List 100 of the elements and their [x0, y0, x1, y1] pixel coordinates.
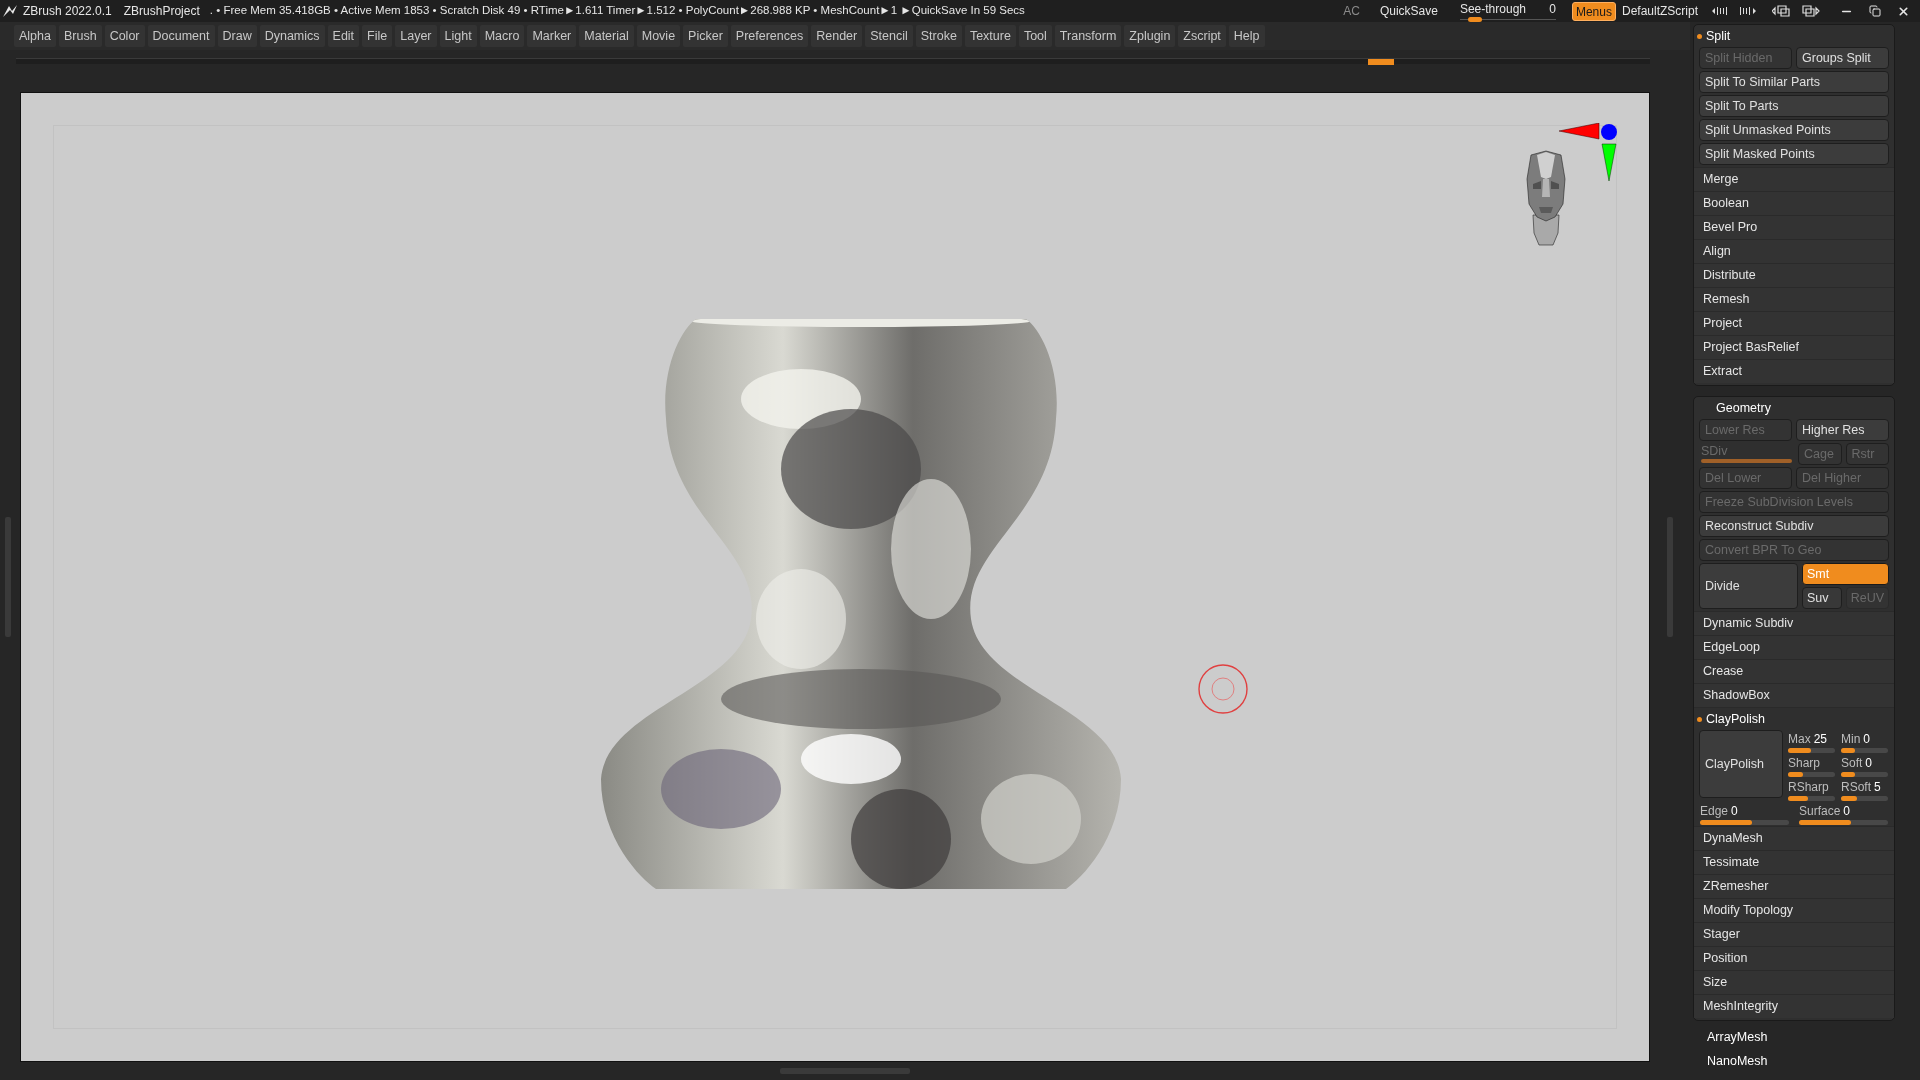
panel-button[interactable]: Split Masked Points — [1699, 143, 1889, 165]
restore-icon[interactable] — [1869, 5, 1881, 17]
slider-track[interactable] — [1788, 747, 1835, 753]
menu-item[interactable]: Preferences — [730, 25, 809, 47]
app-title: ZBrush 2022.0.1 — [23, 3, 112, 20]
divide-option[interactable]: Suv — [1802, 587, 1842, 609]
menu-item[interactable]: Tool — [1018, 25, 1052, 47]
palette-item[interactable]: Bevel Pro — [1694, 215, 1894, 239]
close-icon[interactable] — [1897, 4, 1910, 18]
panel-button[interactable]: Split To Parts — [1699, 95, 1889, 117]
slider-track[interactable] — [1700, 819, 1789, 825]
menu-item[interactable]: Draw — [217, 25, 257, 47]
slider-track[interactable] — [1788, 795, 1835, 801]
slider-thumb[interactable] — [1467, 17, 1482, 22]
menu-item[interactable]: Layer — [395, 25, 437, 47]
slider-track[interactable] — [1841, 747, 1888, 753]
menu-item[interactable]: Document — [147, 25, 215, 47]
palette-title[interactable]: Geometry — [1707, 398, 1771, 418]
slider-track[interactable] — [1841, 795, 1888, 801]
palette-item[interactable]: Extract — [1694, 359, 1894, 383]
layout-icon[interactable] — [1800, 4, 1820, 18]
menu-item[interactable]: Stroke — [915, 25, 962, 47]
palette-title[interactable]: NanoMesh — [1707, 1049, 1895, 1073]
slider[interactable]: Min 0 — [1840, 730, 1889, 754]
menu-item[interactable]: Stencil — [865, 25, 913, 47]
palette-item[interactable]: Tessimate — [1694, 850, 1894, 874]
claypolish-button[interactable]: ClayPolish — [1699, 730, 1783, 798]
slider[interactable]: Soft 0 — [1840, 754, 1889, 778]
slider[interactable]: Max 25 — [1787, 730, 1836, 754]
panel-button[interactable]: Higher Res — [1796, 419, 1889, 441]
palette-item[interactable]: ZRemesher — [1694, 874, 1894, 898]
slider[interactable]: RSoft 5 — [1840, 778, 1889, 802]
palette-title[interactable]: ClayPolish — [1706, 709, 1766, 729]
slider-track[interactable] — [1788, 771, 1835, 777]
palette-item[interactable]: Project BasRelief — [1694, 335, 1894, 359]
menu-item[interactable]: Color — [104, 25, 145, 47]
slider-label: RSharp — [1788, 779, 1829, 794]
panel-button[interactable]: Reconstruct Subdiv — [1699, 515, 1889, 537]
slider-value: 0 — [1863, 731, 1871, 746]
menus-toggle[interactable]: Menus — [1571, 1, 1616, 21]
menu-item[interactable]: File — [362, 25, 393, 47]
palette-title[interactable]: Split — [1706, 26, 1731, 46]
menu-item[interactable]: Render — [811, 25, 863, 47]
menu-item[interactable]: Texture — [964, 25, 1016, 47]
divide-button[interactable]: Divide — [1699, 563, 1798, 609]
palette-title[interactable]: ArrayMesh — [1707, 1025, 1895, 1049]
palette-item[interactable]: ShadowBox — [1694, 683, 1894, 707]
palette-item[interactable]: DynaMesh — [1694, 826, 1894, 850]
slider[interactable]: Sharp — [1787, 754, 1836, 778]
expand-ui-icon[interactable] — [1738, 6, 1758, 16]
menu-item[interactable]: Help — [1228, 25, 1265, 47]
palette-item[interactable]: Size — [1694, 970, 1894, 994]
slider-track[interactable] — [1799, 819, 1888, 825]
palette-item[interactable]: Modify Topology — [1694, 898, 1894, 922]
palette-item[interactable]: MeshIntegrity — [1694, 994, 1894, 1018]
slider-label: SDiv — [1701, 443, 1729, 459]
slider[interactable]: RSharp — [1787, 778, 1836, 802]
ac-label[interactable]: AC — [1343, 2, 1360, 20]
menu-item[interactable]: Alpha — [14, 25, 56, 47]
menu-item[interactable]: Edit — [327, 25, 360, 47]
slider-value: 0 — [1865, 755, 1873, 770]
palette-item[interactable]: EdgeLoop — [1694, 635, 1894, 659]
menu-item[interactable]: Movie — [636, 25, 681, 47]
slider-value: 25 — [1813, 731, 1828, 746]
menu-item[interactable]: Zscript — [1178, 25, 1226, 47]
menu-item[interactable]: Zplugin — [1124, 25, 1176, 47]
palette-item[interactable]: Merge — [1694, 167, 1894, 191]
slider[interactable]: Edge 0 — [1699, 802, 1790, 826]
menu-item[interactable]: Marker — [527, 25, 577, 47]
slider-value: 0 — [1731, 803, 1738, 818]
slider-label: See-through — [1459, 1, 1526, 18]
palette-item[interactable]: Distribute — [1694, 263, 1894, 287]
menu-item[interactable]: Dynamics — [259, 25, 325, 47]
layout-icon[interactable] — [1772, 4, 1792, 18]
panel-button[interactable]: Groups Split — [1796, 47, 1889, 69]
script-name[interactable]: DefaultZScript — [1621, 2, 1698, 20]
menu-item[interactable]: Brush — [59, 25, 102, 47]
panel-button[interactable]: Split Unmasked Points — [1699, 119, 1889, 141]
palette-item[interactable]: Dynamic Subdiv — [1694, 611, 1894, 635]
slider-label: Surface — [1799, 803, 1841, 818]
palette-item[interactable]: Align — [1694, 239, 1894, 263]
slider[interactable]: Surface 0 — [1798, 802, 1889, 826]
panel-button[interactable]: Split To Similar Parts — [1699, 71, 1889, 93]
status-stats: . • Free Mem 35.418GB • Active Mem 1853 • Scratch Disk 49 • RTime►1.611 Timer►1.512 • PolyCount►268.988 KP • MeshCount►1 ►QuickSave In 59 Secs — [209, 3, 1025, 19]
palette-item[interactable]: Project — [1694, 311, 1894, 335]
menu-item[interactable]: Transform — [1054, 25, 1122, 47]
palette-item[interactable]: Position — [1694, 946, 1894, 970]
slider-value: 5 — [1874, 779, 1881, 794]
menu-item[interactable]: Material — [579, 25, 634, 47]
menu-item[interactable]: Macro — [479, 25, 525, 47]
menu-item[interactable]: Light — [439, 25, 477, 47]
quicksave-button[interactable]: QuickSave — [1379, 2, 1438, 20]
see-through-slider[interactable]: See-through 0 — [1459, 0, 1556, 22]
palette-item[interactable]: Boolean — [1694, 191, 1894, 215]
axis-gizmo-drawing — [1559, 123, 1617, 183]
menu-item[interactable]: Picker — [683, 25, 728, 47]
slider-track[interactable] — [1841, 771, 1888, 777]
palette-item[interactable]: Crease — [1694, 659, 1894, 683]
palette-item[interactable]: Stager — [1694, 922, 1894, 946]
palette-item[interactable]: Remesh — [1694, 287, 1894, 311]
